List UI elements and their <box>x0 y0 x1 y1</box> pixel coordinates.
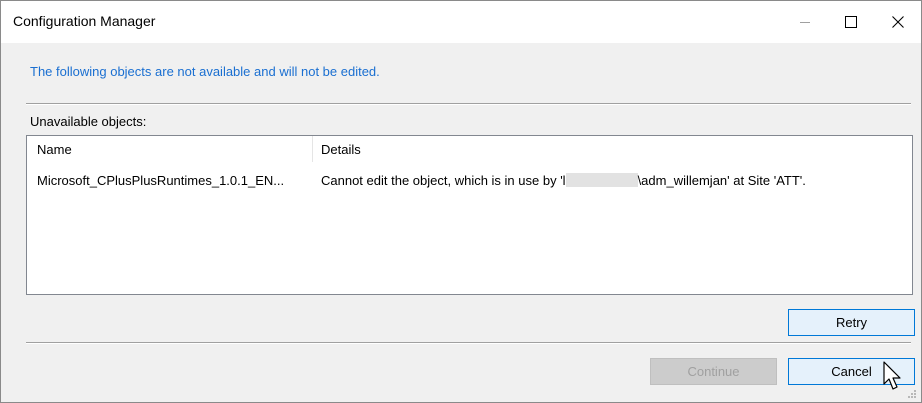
info-message: The following objects are not available … <box>30 64 380 79</box>
list-item[interactable]: Microsoft_CPlusPlusRuntimes_1.0.1_EN... … <box>27 171 912 191</box>
details-prefix: Cannot edit the object, which is in use … <box>321 173 566 188</box>
maximize-button[interactable] <box>828 1 874 43</box>
retry-button[interactable]: Retry <box>788 309 915 336</box>
bottom-divider <box>26 342 911 344</box>
top-divider <box>26 103 911 105</box>
details-suffix: \adm_willemjan' at Site 'ATT'. <box>637 173 806 188</box>
minimize-button[interactable] <box>782 1 828 43</box>
resize-grip-icon[interactable] <box>907 389 917 399</box>
redacted-block <box>565 173 638 187</box>
cancel-button[interactable]: Cancel <box>788 358 915 385</box>
close-button[interactable] <box>875 1 921 43</box>
list-item-details: Cannot edit the object, which is in use … <box>321 171 911 191</box>
dialog-window: Configuration Manager The following obje… <box>0 0 922 403</box>
unavailable-objects-label: Unavailable objects: <box>30 114 147 129</box>
minimize-icon <box>800 22 810 23</box>
column-header-name[interactable]: Name <box>27 136 313 162</box>
list-header: Name Details <box>27 136 912 162</box>
title-bar[interactable]: Configuration Manager <box>1 1 921 43</box>
column-header-details[interactable]: Details <box>313 136 912 162</box>
continue-button[interactable]: Continue <box>650 358 777 385</box>
window-title: Configuration Manager <box>13 13 156 29</box>
close-icon <box>892 16 904 28</box>
unavailable-objects-list[interactable]: Name Details Microsoft_CPlusPlusRuntimes… <box>26 135 913 295</box>
list-item-name: Microsoft_CPlusPlusRuntimes_1.0.1_EN... <box>37 173 285 188</box>
maximize-icon <box>845 16 857 28</box>
